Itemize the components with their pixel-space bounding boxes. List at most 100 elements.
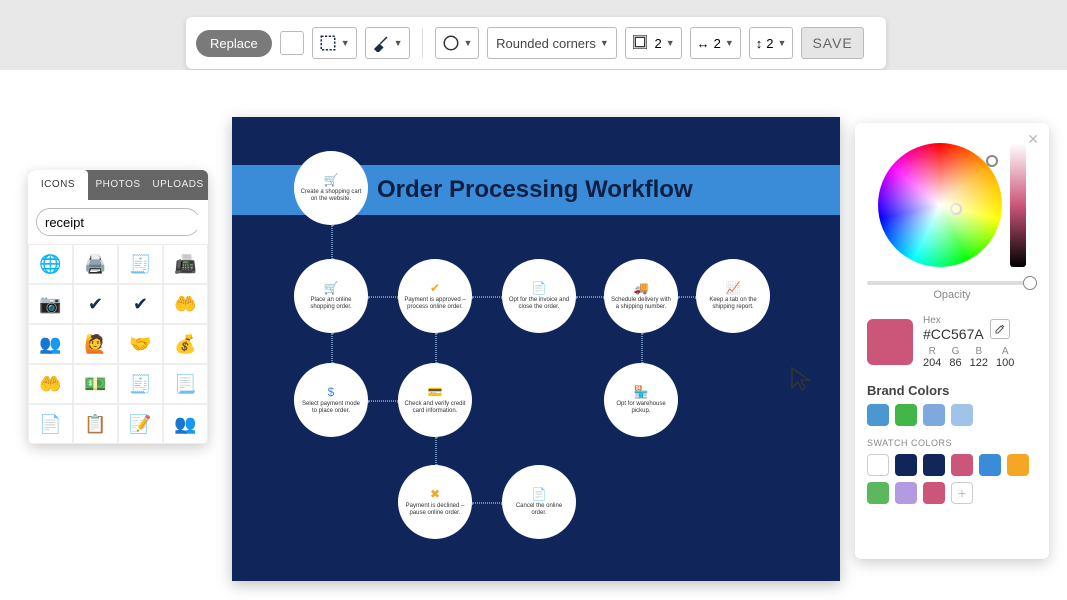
node-icon: 🛒 (324, 173, 339, 187)
node-icon: ✔ (430, 281, 440, 295)
node-icon: 🏪 (634, 385, 649, 399)
workflow-node[interactable]: 📈Keep a tab on the shipping report. (696, 259, 770, 333)
workflow-node[interactable]: 📄Opt for the invoice and close the order… (502, 259, 576, 333)
color-swatch[interactable] (895, 454, 917, 476)
g-value: 86 (949, 357, 961, 369)
add-swatch-button[interactable]: + (951, 482, 973, 504)
opacity-thumb[interactable] (1023, 276, 1037, 290)
chevron-down-icon: ▼ (464, 38, 473, 48)
tab-icons[interactable]: ICONS (28, 170, 88, 200)
save-button[interactable]: SAVE (801, 27, 863, 59)
workflow-node[interactable]: 🚚Schedule delivery with a shipping numbe… (604, 259, 678, 333)
color-panel: ✕ Opacity Hex #CC567A R204 G86 (855, 123, 1049, 559)
icon-cell[interactable]: 📝 (118, 404, 163, 444)
eyedropper-button[interactable] (990, 319, 1010, 339)
icon-cell[interactable]: 💵 (73, 364, 118, 404)
workflow-node[interactable]: 💳Check and verify credit card informatio… (398, 363, 472, 437)
icon-cell[interactable]: 💰 (163, 324, 208, 364)
icon-cell[interactable]: ✔ (73, 284, 118, 324)
color-swatch[interactable] (895, 482, 917, 504)
close-icon[interactable]: ✕ (1027, 131, 1039, 148)
tab-photos[interactable]: PHOTOS (88, 170, 148, 200)
height-dropdown[interactable]: ↕ 2 ▼ (749, 27, 794, 59)
icon-cell[interactable]: 📠 (163, 244, 208, 284)
circle-icon (442, 34, 460, 52)
node-text: Cancel the online order. (508, 503, 570, 517)
icon-cell[interactable]: 🧾 (118, 244, 163, 284)
icon-cell[interactable]: 📄 (28, 404, 73, 444)
icon-cell[interactable]: 🌐 (28, 244, 73, 284)
color-swatch[interactable] (1007, 454, 1029, 476)
color-swatch[interactable] (979, 454, 1001, 476)
connector (331, 225, 333, 259)
search-box (36, 208, 200, 236)
node-icon: $ (328, 385, 335, 399)
icon-cell[interactable]: 🤝 (118, 324, 163, 364)
color-swatch[interactable] (867, 482, 889, 504)
icon-cell[interactable]: 🙋 (73, 324, 118, 364)
icon-cell[interactable]: 📃 (163, 364, 208, 404)
chevron-down-icon: ▼ (600, 38, 609, 48)
color-swatch[interactable] (867, 454, 889, 476)
node-icon: 🛒 (324, 281, 339, 295)
icon-cell[interactable]: 📷 (28, 284, 73, 324)
height-icon: ↕ (756, 36, 763, 51)
width-icon: ↔ (697, 36, 710, 51)
workflow-node[interactable]: 🛒Place an online shopping order. (294, 259, 368, 333)
tab-uploads[interactable]: UPLOADS (148, 170, 208, 200)
color-wheel[interactable] (878, 143, 1002, 267)
workflow-node[interactable]: 📄Cancel the online order. (502, 465, 576, 539)
color-swatch[interactable] (923, 482, 945, 504)
wheel-handle-outer[interactable] (986, 155, 998, 167)
workflow-node[interactable]: 🏪Opt for warehouse pickup. (604, 363, 678, 437)
color-swatch[interactable] (923, 454, 945, 476)
cursor-icon (790, 366, 812, 398)
brand-swatch[interactable] (951, 404, 973, 426)
crop-dropdown[interactable]: ▼ (312, 27, 357, 59)
brand-swatch[interactable] (895, 404, 917, 426)
workflow-node[interactable]: ✔Payment is approved – process online or… (398, 259, 472, 333)
canvas[interactable]: Order Processing Workflow 🛒Create a shop… (232, 117, 840, 581)
brand-swatch[interactable] (923, 404, 945, 426)
shape-dropdown[interactable]: ▼ (435, 27, 480, 59)
color-wheel-wrap (867, 143, 1037, 267)
wheel-handle[interactable] (950, 203, 962, 215)
brand-swatch[interactable] (867, 404, 889, 426)
opacity-slider[interactable] (867, 281, 1037, 285)
replace-button[interactable]: Replace (196, 30, 272, 57)
opacity-label: Opacity (867, 289, 1037, 301)
search-input[interactable] (45, 215, 208, 230)
fill-swatch[interactable] (280, 31, 304, 55)
connector (435, 333, 437, 363)
corners-dropdown[interactable]: Rounded corners ▼ (487, 27, 617, 59)
chevron-down-icon: ▼ (341, 38, 350, 48)
icon-cell[interactable]: 👥 (28, 324, 73, 364)
brand-swatches (867, 404, 1037, 426)
connector (435, 437, 437, 465)
workflow-node[interactable]: ✖ Payment is declined – pause online orde… (398, 465, 472, 539)
node-icon: ✖ (430, 487, 440, 501)
icon-cell[interactable]: 🧾 (118, 364, 163, 404)
workflow-node[interactable]: $Select payment mode to place order. (294, 363, 368, 437)
icon-cell[interactable]: 📋 (73, 404, 118, 444)
connector (576, 296, 604, 298)
color-swatch[interactable] (951, 454, 973, 476)
connector (472, 296, 502, 298)
lightness-slider[interactable] (1010, 143, 1026, 267)
node-text: Payment is declined – pause online order… (404, 503, 466, 517)
brush-dropdown[interactable]: ▼ (365, 27, 410, 59)
workflow-node[interactable]: 🛒Create a shopping cart on the website. (294, 151, 368, 225)
icon-cell[interactable]: 🖨️ (73, 244, 118, 284)
icon-cell[interactable]: 🤲 (28, 364, 73, 404)
icon-cell[interactable]: 🤲 (163, 284, 208, 324)
icon-cell[interactable]: 👥 (163, 404, 208, 444)
icon-cell[interactable]: ✔ (118, 284, 163, 324)
width-dropdown[interactable]: ↔ 2 ▼ (690, 27, 741, 59)
hex-value[interactable]: #CC567A (923, 326, 984, 342)
border-dropdown[interactable]: 2 ▼ (625, 27, 681, 59)
icon-tabs: ICONS PHOTOS UPLOADS (28, 170, 208, 200)
connector (678, 296, 696, 298)
toolbar: Replace ▼ ▼ ▼ Rounded corners ▼ 2 ▼ ↔ 2 … (186, 17, 886, 69)
a-value: 100 (996, 357, 1014, 369)
current-color-swatch (867, 319, 913, 365)
